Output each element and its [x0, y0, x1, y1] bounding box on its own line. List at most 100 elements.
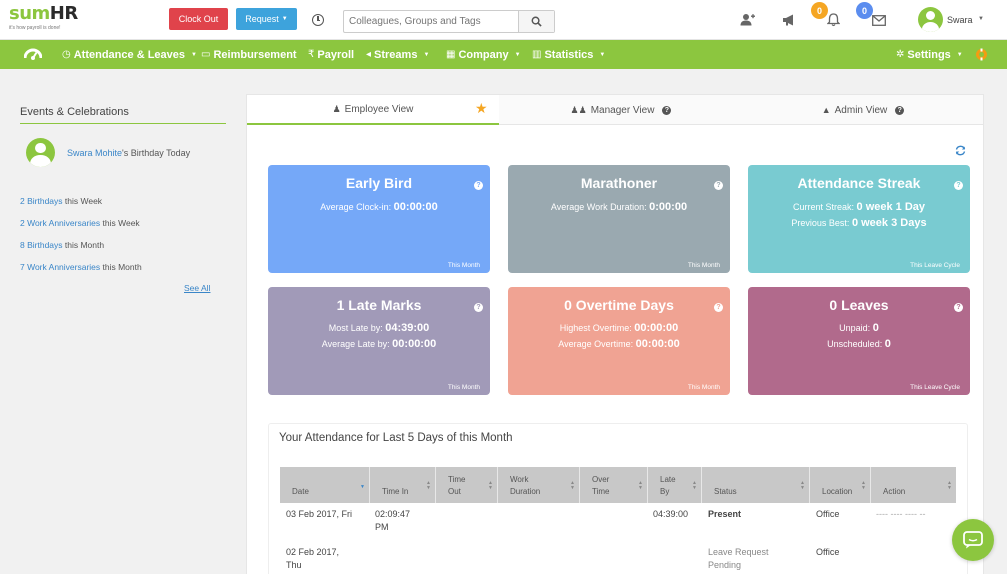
nav-settings[interactable]: ✲ Settings ▼: [896, 40, 963, 69]
help-icon[interactable]: ?: [714, 181, 723, 190]
graduation-cap-icon: ▲: [821, 105, 831, 115]
cell-date: 02 Feb 2017, Thu: [286, 547, 340, 570]
cell-location: Office: [816, 509, 840, 519]
event-rest: this Month: [62, 240, 105, 250]
event-link[interactable]: 2 Birthdays: [20, 196, 63, 206]
column-header-late-by[interactable]: Late By ▲ ▼: [648, 467, 702, 503]
notification-badge[interactable]: 0: [811, 2, 828, 19]
card-line-label: Previous Best:: [791, 218, 850, 228]
column-label: Work Duration: [510, 475, 541, 496]
card-title: 1 Late Marks: [336, 297, 422, 313]
chat-icon: [963, 531, 983, 549]
attendance-title: Your Attendance for Last 5 Days of this …: [279, 432, 513, 444]
nav-attendance-leaves[interactable]: ◷ Attendance & Leaves ▼: [62, 40, 197, 69]
help-icon[interactable]: ?: [954, 303, 963, 312]
star-icon[interactable]: ★: [475, 100, 488, 117]
nav-company[interactable]: ▦ Company ▼: [446, 40, 521, 69]
sort-icon: ▲ ▼: [800, 480, 805, 491]
help-icon[interactable]: ?: [662, 105, 672, 115]
tab-manager-view[interactable]: ♟♟ Manager View ?: [499, 95, 743, 125]
event-link[interactable]: 8 Birthdays: [20, 240, 63, 250]
tab-label: Manager View: [590, 104, 655, 116]
birthday-today: Swara Mohite's Birthday Today: [67, 148, 190, 158]
search-button[interactable]: [518, 11, 554, 32]
envelope-icon[interactable]: [872, 15, 886, 26]
event-rest: this Month: [100, 262, 142, 272]
logo-text-a: sum: [9, 3, 50, 24]
column-header-status[interactable]: Status ▲ ▼: [702, 467, 810, 503]
card-line-value: 0 week 1 Day: [856, 201, 926, 213]
column-header-work-duration[interactable]: Work Duration ▲ ▼: [498, 467, 580, 503]
dashboard-card: ♟ Employee View ★ ♟♟ Manager View ? ▲ Ad…: [246, 94, 984, 574]
help-icon[interactable]: ?: [474, 303, 483, 312]
logo[interactable]: sumHR it's how payroll is done!: [9, 3, 78, 32]
card-line: Unpaid: 0: [748, 322, 970, 334]
bullhorn-icon[interactable]: [782, 14, 796, 26]
column-header-time-in[interactable]: Time In ▲ ▼: [370, 467, 436, 503]
bell-icon[interactable]: [827, 13, 840, 27]
event-line: 8 Birthdays this Month: [20, 240, 104, 250]
main-nav: ◷ Attendance & Leaves ▼ ▭ Reimbursement ₹ Pa…: [0, 40, 1007, 69]
clock-out-label: Clock Out: [178, 14, 219, 24]
sort-down-icon: ▼: [360, 484, 365, 490]
nav-label: Streams: [374, 48, 418, 61]
event-rest: this Week: [100, 218, 140, 228]
nav-payroll[interactable]: ₹ Payroll: [308, 40, 354, 69]
column-header-over-time[interactable]: Over Time ▲ ▼: [580, 467, 648, 503]
nav-streams[interactable]: ◂ Streams ▼: [366, 40, 429, 69]
chat-button[interactable]: [952, 519, 994, 561]
card-title: 0 Overtime Days: [564, 297, 674, 313]
message-badge[interactable]: 0: [856, 2, 873, 19]
birthday-person-link[interactable]: Swara Mohite: [67, 148, 122, 158]
help-lifebuoy-icon[interactable]: [975, 48, 988, 61]
help-icon[interactable]: ?: [954, 181, 963, 190]
tab-admin-view[interactable]: ▲ Admin View ?: [743, 95, 983, 125]
card-line-value: 00:00:00: [393, 201, 438, 213]
card-line: Previous Best: 0 week 3 Days: [748, 217, 970, 229]
card-title: 0 Leaves: [829, 297, 889, 313]
card-line-label: Highest Overtime:: [559, 323, 632, 333]
sort-icon: ▲ ▼: [570, 480, 575, 491]
column-header-location[interactable]: Location ▲ ▼: [810, 467, 871, 503]
clock-icon[interactable]: [312, 14, 324, 26]
see-all-link[interactable]: See All: [184, 283, 210, 293]
help-icon[interactable]: ?: [895, 105, 905, 115]
nav-reimbursement[interactable]: ▭ Reimbursement: [201, 40, 297, 69]
column-label: Late By: [660, 475, 676, 496]
card-line: Average Late by: 00:00:00: [268, 338, 490, 350]
cell-action[interactable]: ---- ---- ---- --: [876, 508, 951, 521]
sort-icon: ▲ ▼: [488, 480, 493, 491]
tab-label: Employee View: [344, 103, 414, 115]
card-line-value: 0: [872, 322, 879, 334]
column-header-action[interactable]: Action ▲ ▼: [871, 467, 956, 503]
user-name[interactable]: Swara: [947, 15, 973, 25]
help-icon[interactable]: ?: [714, 303, 723, 312]
refresh-icon[interactable]: [955, 145, 966, 156]
event-link[interactable]: 2 Work Anniversaries: [20, 218, 100, 228]
chevron-down-icon: ▼: [281, 16, 288, 22]
column-header-time-out[interactable]: Time Out ▲ ▼: [436, 467, 498, 503]
chevron-down-icon[interactable]: ▼: [978, 16, 984, 22]
add-user-icon[interactable]: [740, 13, 755, 26]
column-header-date[interactable]: Date ▼: [280, 467, 370, 503]
cell-location: Office: [816, 547, 840, 557]
card-line: Average Overtime: 00:00:00: [508, 338, 730, 350]
request-button[interactable]: Request ▼: [236, 8, 297, 30]
sort-icon: ▲ ▼: [947, 480, 952, 491]
column-label: Action: [883, 487, 906, 496]
dashboard-icon[interactable]: [24, 46, 42, 62]
card-line-label: Average Overtime:: [558, 339, 634, 349]
help-icon[interactable]: ?: [474, 181, 483, 190]
search-input[interactable]: [344, 11, 518, 32]
column-label: Time In: [382, 487, 409, 496]
birthday-avatar[interactable]: [26, 138, 55, 167]
clock-icon: ◷: [62, 49, 71, 60]
card-line-label: Average Clock-in:: [320, 202, 392, 212]
top-bar: sumHR it's how payroll is done! Clock Ou…: [0, 0, 1007, 40]
user-avatar[interactable]: [918, 7, 943, 32]
clock-out-button[interactable]: Clock Out: [169, 8, 228, 30]
card-line-label: Unpaid:: [839, 323, 871, 333]
tab-employee-view[interactable]: ♟ Employee View ★: [247, 95, 499, 125]
nav-statistics[interactable]: ▥ Statistics ▼: [532, 40, 605, 69]
event-link[interactable]: 7 Work Anniversaries: [20, 262, 100, 272]
